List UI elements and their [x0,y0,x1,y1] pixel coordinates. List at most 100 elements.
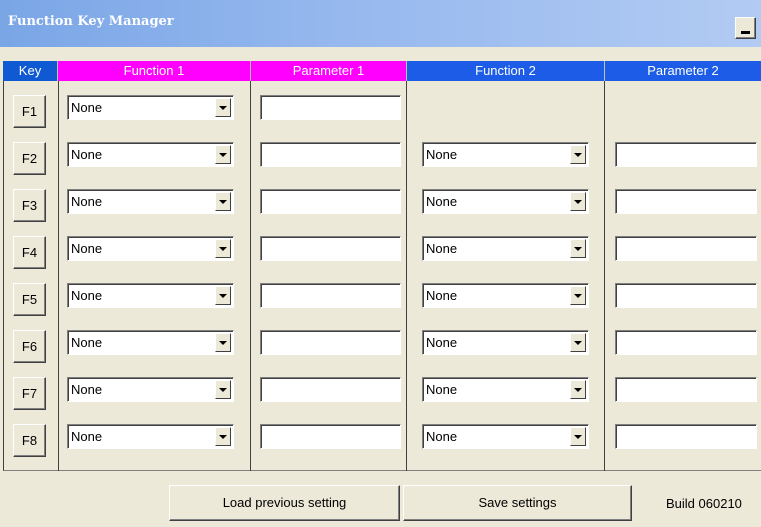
chevron-down-icon [574,200,582,204]
header-function-1: Function 1 [58,61,251,81]
function-1-select[interactable]: None [67,236,234,261]
parameter-1-input[interactable] [260,142,401,167]
column-divider [58,81,59,471]
parameter-2-input[interactable] [615,283,757,308]
parameter-1-input[interactable] [260,330,401,355]
column-divider [406,81,407,471]
function-1-select[interactable]: None [67,283,234,308]
function-key-button[interactable]: F2 [13,142,46,175]
dropdown-arrow-button[interactable] [215,145,231,164]
combo-value: None [71,382,103,397]
parameter-1-input[interactable] [260,236,401,261]
parameter-2-input[interactable] [615,330,757,355]
function-key-button[interactable]: F8 [13,424,46,457]
window-title: Function Key Manager [8,14,174,29]
combo-value: None [426,382,458,397]
function-key-button[interactable]: F7 [13,377,46,410]
combo-value: None [426,429,458,444]
dropdown-arrow-button[interactable] [570,380,586,399]
combo-value: None [71,147,103,162]
function-key-button[interactable]: F6 [13,330,46,363]
dropdown-arrow-button[interactable] [570,427,586,446]
combo-value: None [71,429,103,444]
dropdown-arrow-button[interactable] [570,333,586,352]
chevron-down-icon [574,247,582,251]
parameter-1-input[interactable] [260,283,401,308]
function-2-select[interactable]: None [422,377,589,402]
chevron-down-icon [574,388,582,392]
combo-value: None [71,288,103,303]
dropdown-arrow-button[interactable] [570,192,586,211]
title-bar: Function Key Manager [0,0,761,47]
parameter-2-input[interactable] [615,236,757,261]
dropdown-arrow-button[interactable] [215,286,231,305]
dropdown-arrow-button[interactable] [215,333,231,352]
chevron-down-icon [219,388,227,392]
chevron-down-icon [574,294,582,298]
column-divider [250,81,251,471]
chevron-down-icon [219,106,227,110]
function-2-select[interactable]: None [422,330,589,355]
function-2-select[interactable]: None [422,283,589,308]
header-function-2: Function 2 [407,61,605,81]
parameter-2-input[interactable] [615,424,757,449]
function-2-select[interactable]: None [422,189,589,214]
column-divider [604,81,605,471]
parameter-1-input[interactable] [260,377,401,402]
chevron-down-icon [219,341,227,345]
combo-value: None [71,335,103,350]
function-1-select[interactable]: None [67,95,234,120]
function-2-select[interactable]: None [422,142,589,167]
function-key-button[interactable]: F1 [13,95,46,128]
parameter-2-input[interactable] [615,189,757,214]
parameter-1-input[interactable] [260,424,401,449]
function-2-select[interactable]: None [422,236,589,261]
chevron-down-icon [219,153,227,157]
parameter-2-input[interactable] [615,142,757,167]
combo-value: None [426,147,458,162]
function-2-select[interactable]: None [422,424,589,449]
header-key: Key [3,61,58,81]
function-1-select[interactable]: None [67,330,234,355]
combo-value: None [71,241,103,256]
function-key-button[interactable]: F4 [13,236,46,269]
chevron-down-icon [219,247,227,251]
load-previous-setting-button[interactable]: Load previous setting [169,485,400,521]
combo-value: None [426,335,458,350]
combo-value: None [426,288,458,303]
function-key-button[interactable]: F3 [13,189,46,222]
function-key-table [3,61,761,471]
dropdown-arrow-button[interactable] [570,145,586,164]
function-1-select[interactable]: None [67,189,234,214]
combo-value: None [71,194,103,209]
header-parameter-2: Parameter 2 [605,61,761,81]
dropdown-arrow-button[interactable] [215,98,231,117]
dropdown-arrow-button[interactable] [570,286,586,305]
save-settings-button[interactable]: Save settings [403,485,632,521]
parameter-1-input[interactable] [260,95,401,120]
dropdown-arrow-button[interactable] [215,192,231,211]
dropdown-arrow-button[interactable] [215,380,231,399]
minimize-icon [741,31,750,34]
combo-value: None [426,194,458,209]
function-1-select[interactable]: None [67,377,234,402]
function-1-select[interactable]: None [67,424,234,449]
chevron-down-icon [219,294,227,298]
build-label: Build 060210 [666,496,742,511]
parameter-2-input[interactable] [615,377,757,402]
dropdown-arrow-button[interactable] [215,239,231,258]
parameter-1-input[interactable] [260,189,401,214]
chevron-down-icon [219,200,227,204]
dropdown-arrow-button[interactable] [215,427,231,446]
header-parameter-1: Parameter 1 [251,61,407,81]
combo-value: None [426,241,458,256]
minimize-button[interactable] [735,17,756,39]
chevron-down-icon [574,153,582,157]
chevron-down-icon [574,341,582,345]
chevron-down-icon [574,435,582,439]
dropdown-arrow-button[interactable] [570,239,586,258]
chevron-down-icon [219,435,227,439]
combo-value: None [71,100,103,115]
function-key-button[interactable]: F5 [13,283,46,316]
function-1-select[interactable]: None [67,142,234,167]
